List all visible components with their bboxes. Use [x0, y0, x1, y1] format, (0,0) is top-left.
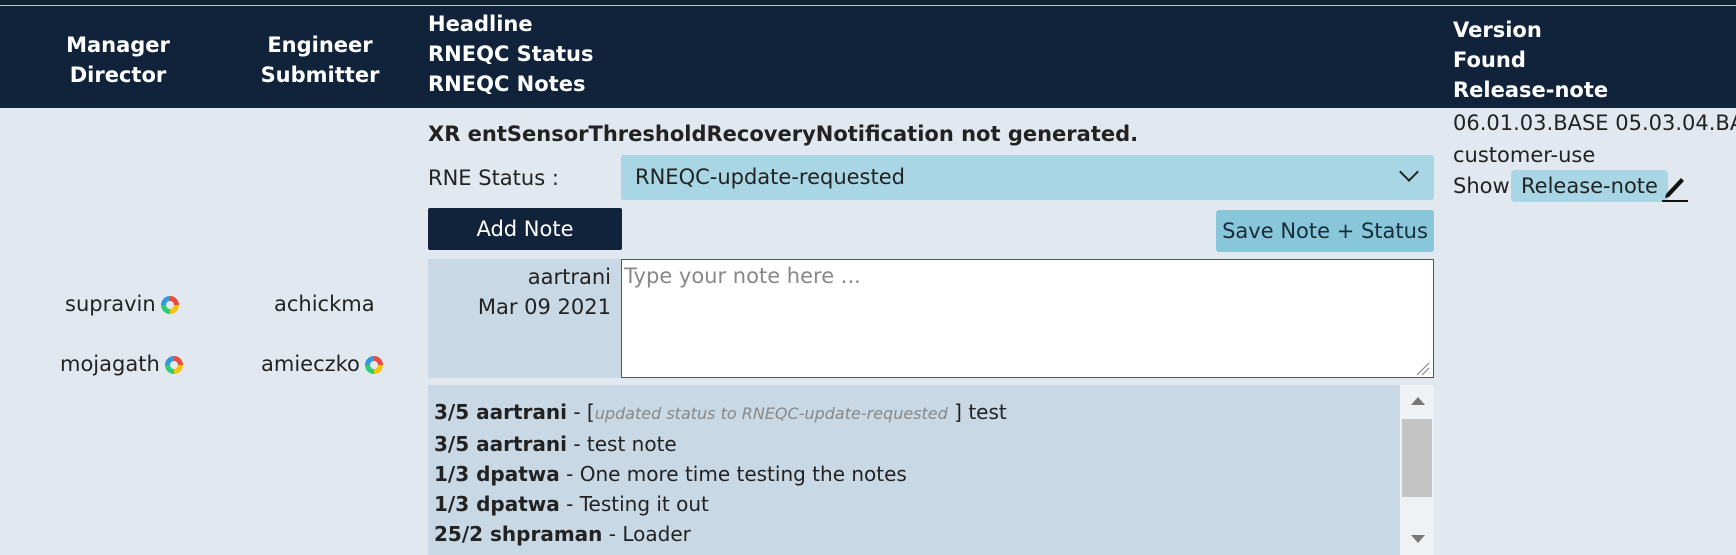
note-sep: -	[559, 462, 580, 486]
table-header: Manager Director Engineer Submitter Head…	[0, 6, 1736, 108]
header-director: Director	[69, 63, 167, 87]
ring-status-icon	[364, 356, 383, 374]
submitter-cell: amieczko	[261, 352, 383, 376]
header-engineer-submitter: Engineer Submitter	[230, 30, 410, 90]
header-engineer: Engineer	[267, 33, 373, 57]
header-rneqc-status: RNEQC Status	[428, 42, 594, 66]
note-sep: -	[559, 492, 580, 516]
note-date-user: 1/3 dpatwa	[434, 492, 560, 516]
note-sep: -	[602, 522, 623, 546]
note-sep: -	[566, 432, 587, 456]
note-text: One more time testing the notes	[579, 462, 907, 486]
release-note-type: customer-use	[1453, 143, 1596, 167]
note-item: 1/3 dpatwa - One more time testing the n…	[434, 459, 1007, 489]
version-found: 06.01.03.BASE 05.03.04.BASE	[1453, 111, 1736, 135]
header-version: Version	[1453, 18, 1542, 42]
note-text: test note	[586, 432, 677, 456]
scroll-up-icon[interactable]	[1411, 397, 1425, 405]
submitter-name[interactable]: amieczko	[261, 352, 360, 376]
note-text: Testing it out	[579, 492, 709, 516]
note-text: test	[961, 400, 1007, 424]
note-author: aartrani	[527, 265, 611, 289]
header-manager-director: Manager Director	[30, 30, 206, 90]
note-status-suffix: ]	[947, 400, 962, 424]
ring-status-icon	[160, 296, 179, 314]
note-date-user: 3/5 aartrani	[434, 432, 567, 456]
note-date: Mar 09 2021	[477, 295, 611, 319]
note-date-user: 1/3 dpatwa	[434, 462, 560, 486]
note-sep: -	[566, 400, 587, 424]
notes-list: 3/5 aartrani - [updated status to RNEQC-…	[434, 397, 1007, 549]
chevron-down-icon	[1399, 162, 1419, 182]
note-item: 3/5 aartrani - [updated status to RNEQC-…	[434, 397, 1007, 429]
resize-grip-icon[interactable]	[1414, 360, 1430, 376]
director-name[interactable]: mojagath	[60, 352, 160, 376]
note-item: 3/5 aartrani - test note	[434, 429, 1007, 459]
scroll-down-icon[interactable]	[1411, 535, 1425, 543]
table-row: supravin mojagath achickma amieczko XR e…	[0, 108, 1736, 555]
notes-scrollbar[interactable]	[1400, 385, 1434, 555]
rne-status-label: RNE Status :	[428, 166, 559, 190]
note-status-prefix: [	[586, 400, 595, 424]
notes-history[interactable]: 3/5 aartrani - [updated status to RNEQC-…	[428, 385, 1434, 555]
header-found: Found	[1453, 48, 1526, 72]
ring-status-icon	[164, 356, 183, 374]
note-date-user: 25/2 shpraman	[434, 522, 603, 546]
note-status-text: updated status to RNEQC-update-requested	[594, 404, 948, 423]
rne-status-value: RNEQC-update-requested	[635, 165, 905, 189]
add-note-button[interactable]: Add Note	[428, 208, 622, 250]
save-note-status-button[interactable]: Save Note + Status	[1216, 210, 1434, 252]
release-note-button[interactable]: Release-note	[1511, 170, 1668, 202]
note-date-user: 3/5 aartrani	[434, 400, 567, 424]
engineer-name[interactable]: achickma	[274, 292, 375, 316]
note-input[interactable]	[621, 259, 1434, 378]
header-rneqc-notes: RNEQC Notes	[428, 72, 586, 96]
manager-name[interactable]: supravin	[65, 292, 156, 316]
header-version-group: Version Found Release-note	[1453, 15, 1608, 105]
header-headline: Headline	[428, 12, 533, 36]
rne-status-select[interactable]: RNEQC-update-requested	[621, 155, 1434, 200]
pencil-icon[interactable]	[1660, 170, 1690, 202]
header-manager: Manager	[66, 33, 170, 57]
director-cell: mojagath	[60, 352, 183, 376]
note-item: 25/2 shpraman - Loader	[434, 519, 1007, 549]
show-label: Show	[1453, 174, 1510, 198]
header-headline-group: Headline RNEQC Status RNEQC Notes	[428, 9, 594, 99]
header-release-note: Release-note	[1453, 78, 1609, 102]
manager-cell: supravin	[65, 292, 179, 316]
note-text: Loader	[622, 522, 691, 546]
note-author-box: aartrani Mar 09 2021	[428, 259, 621, 378]
scroll-thumb[interactable]	[1402, 419, 1432, 497]
header-submitter: Submitter	[260, 63, 380, 87]
note-item: 1/3 dpatwa - Testing it out	[434, 489, 1007, 519]
headline-text: XR entSensorThresholdRecoveryNotificatio…	[428, 122, 1139, 146]
